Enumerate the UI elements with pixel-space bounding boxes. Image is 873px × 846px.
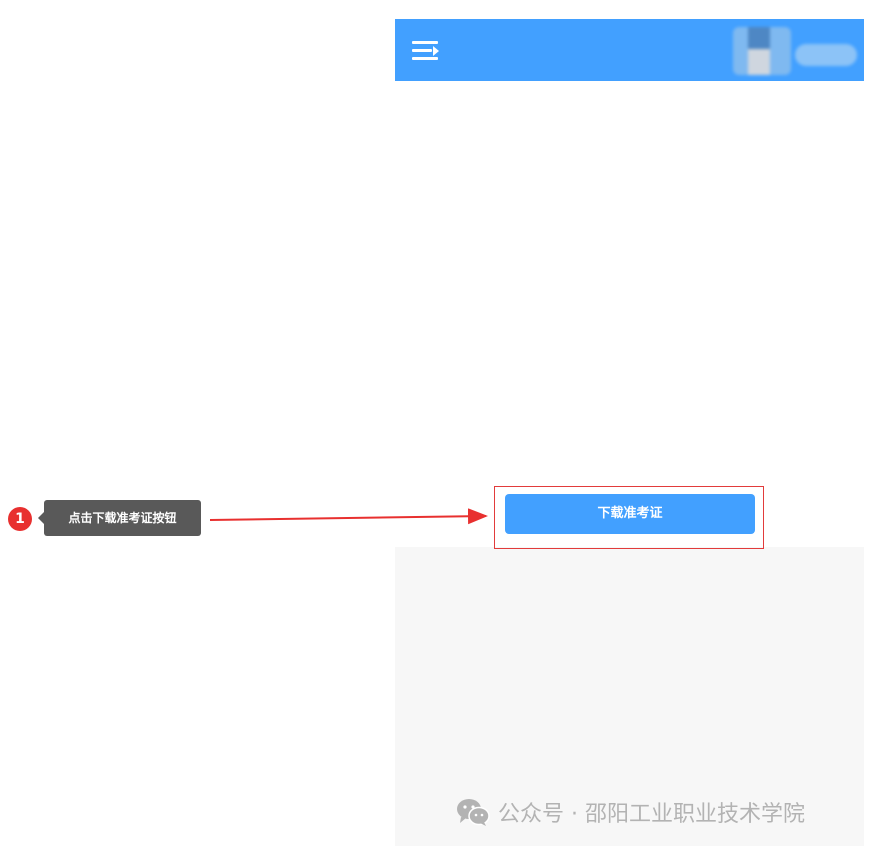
username-blurred[interactable] <box>795 44 857 66</box>
download-admission-ticket-button[interactable]: 下载准考证 <box>505 494 755 534</box>
step-number-badge: 1 <box>8 507 32 531</box>
wechat-icon <box>457 799 490 826</box>
top-app-bar <box>395 19 864 81</box>
watermark: 公众号 · 邵阳工业职业技术学院 <box>456 795 805 829</box>
avatar[interactable] <box>733 27 791 75</box>
watermark-text: 公众号 · 邵阳工业职业技术学院 <box>498 802 805 827</box>
instruction-callout: 点击下载准考证按钮 <box>38 500 201 536</box>
menu-icon[interactable] <box>412 41 439 61</box>
